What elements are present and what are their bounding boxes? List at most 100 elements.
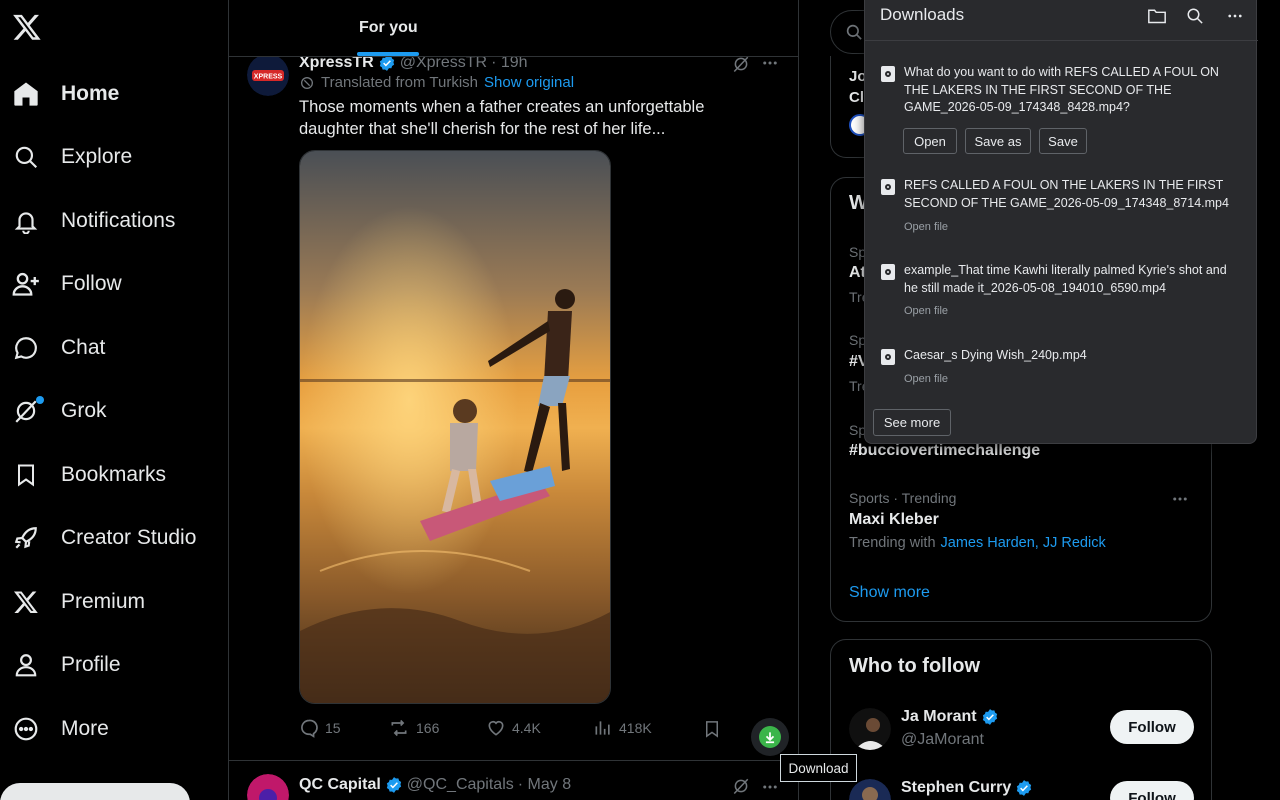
reply-button[interactable]: 15 (299, 718, 341, 738)
nav-grok-label: Grok (61, 399, 107, 422)
profile-icon (12, 651, 40, 679)
nav-more[interactable]: More (0, 703, 228, 755)
author-handle[interactable]: @QC_Capitals (407, 776, 514, 794)
post-video[interactable] (299, 150, 611, 704)
nav-profile-label: Profile (61, 653, 121, 676)
post-header: QC Capital @QC_Capitals · May 8 (299, 776, 571, 794)
nav-chat-label: Chat (61, 336, 106, 359)
views-button[interactable]: 418K (593, 718, 652, 738)
bookmark-icon[interactable] (701, 718, 723, 740)
see-more-button[interactable]: See more (873, 409, 951, 436)
download-item[interactable]: example_That time Kawhi literally palmed… (865, 262, 1258, 322)
show-more-link[interactable]: Show more (849, 584, 930, 602)
trend-related-label: Trending with (849, 535, 936, 551)
like-count: 4.4K (512, 720, 541, 736)
trend-related: Trending with James Harden, JJ Redick (849, 535, 1106, 551)
downloads-title: Downloads (880, 5, 965, 24)
reply-icon (299, 718, 319, 738)
grok-icon[interactable] (731, 54, 751, 74)
nav-bookmarks-label: Bookmarks (61, 463, 167, 486)
x-logo-icon[interactable] (12, 12, 42, 42)
author-name[interactable]: QC Capital (299, 776, 381, 794)
more-circle-icon (12, 715, 40, 743)
avatar[interactable] (849, 708, 891, 750)
avatar[interactable] (849, 779, 891, 800)
verified-badge-icon (385, 776, 403, 794)
download-item[interactable]: REFS CALLED A FOUL ON THE LAKERS IN THE … (865, 177, 1258, 237)
nav-creator-studio[interactable]: Creator Studio (0, 512, 228, 564)
trend-title[interactable]: #bucciovertimechallenge (849, 442, 1040, 460)
ellipsis-icon[interactable] (759, 776, 781, 798)
follow-button[interactable]: Follow (1110, 710, 1194, 744)
ellipsis-icon[interactable] (1223, 4, 1247, 28)
open-file-link[interactable]: Open file (904, 305, 948, 317)
grok-icon[interactable] (731, 776, 751, 796)
rocket-icon (12, 524, 40, 552)
follow-suggestion[interactable]: Ja Morant @JaMorant Follow (831, 700, 1213, 760)
follow-button[interactable]: Follow (1110, 781, 1194, 800)
download-icon (759, 726, 781, 748)
open-file-link[interactable]: Open file (904, 373, 948, 385)
trend-title[interactable]: Maxi Kleber (849, 511, 939, 529)
active-tab-indicator (357, 52, 419, 56)
save-button[interactable]: Save (1039, 128, 1087, 154)
nav-home-label: Home (61, 82, 120, 105)
open-button[interactable]: Open (903, 128, 957, 154)
reply-count: 15 (325, 720, 341, 736)
trend-related-names[interactable]: James Harden, JJ Redick (941, 535, 1106, 551)
download-prompt-text: What do you want to do with REFS CALLED … (904, 65, 1219, 114)
post[interactable]: XPRESS XpressTR @XpressTR · 19h Translat… (229, 50, 798, 762)
primary-navigation: Home Explore Notifications Follow Chat G… (0, 0, 228, 800)
like-button[interactable]: 4.4K (486, 718, 541, 738)
suggestion-name[interactable]: Ja Morant (901, 708, 999, 726)
download-item[interactable]: Caesar_s Dying Wish_240p.mp4 Open file (865, 347, 1258, 392)
who-to-follow-card: Who to follow Ja Morant @JaMorant Follow… (830, 639, 1212, 800)
nav-home[interactable]: Home (0, 68, 228, 120)
repost-button[interactable]: 166 (388, 718, 439, 738)
file-video-icon (881, 179, 895, 195)
suggestion-name[interactable]: Stephen Curry (901, 779, 1033, 797)
chat-icon (12, 334, 40, 362)
avatar-logo-text: XPRESS (254, 74, 283, 81)
ellipsis-icon[interactable] (1171, 490, 1189, 513)
post-actions: 15 166 4.4K 418K (299, 718, 789, 742)
nav-explore[interactable]: Explore (0, 131, 228, 183)
nav-chat[interactable]: Chat (0, 322, 228, 374)
nav-notifications[interactable]: Notifications (0, 195, 228, 247)
post-button-partial[interactable] (0, 783, 190, 800)
download-video-button[interactable] (751, 718, 789, 756)
nav-premium[interactable]: Premium (0, 576, 228, 628)
open-file-link[interactable]: Open file (904, 221, 948, 233)
download-file-name[interactable]: Caesar_s Dying Wish_240p.mp4 (904, 347, 1239, 365)
suggestion-name-text: Stephen Curry (901, 779, 1012, 796)
nav-grok[interactable]: Grok (0, 385, 228, 437)
views-count: 418K (619, 720, 652, 736)
download-file-name[interactable]: REFS CALLED A FOUL ON THE LAKERS IN THE … (904, 177, 1239, 212)
show-original-link[interactable]: Show original (484, 74, 574, 91)
nav-premium-label: Premium (61, 590, 146, 613)
post[interactable]: QC Capital @QC_Capitals · May 8 (229, 774, 798, 800)
avatar[interactable] (247, 774, 289, 800)
views-icon (593, 718, 613, 738)
file-video-icon (881, 349, 895, 365)
follow-suggestion[interactable]: Stephen Curry Follow (831, 771, 1213, 800)
search-icon[interactable] (1183, 4, 1207, 28)
file-video-icon (881, 264, 895, 280)
nav-follow-label: Follow (61, 272, 122, 295)
folder-icon[interactable] (1145, 4, 1169, 28)
nav-profile[interactable]: Profile (0, 639, 228, 691)
post-time[interactable]: · May 8 (518, 776, 571, 794)
translate-icon (299, 75, 315, 91)
tab-for-you[interactable]: For you (359, 19, 418, 37)
translation-note: Translated from Turkish Show original (299, 74, 574, 91)
download-file-name[interactable]: example_That time Kawhi literally palmed… (904, 262, 1239, 297)
nav-bookmarks[interactable]: Bookmarks (0, 449, 228, 501)
avatar[interactable]: XPRESS (247, 54, 289, 96)
nav-follow[interactable]: Follow (0, 258, 228, 310)
timeline-tabs: For you (229, 0, 798, 57)
repost-icon (388, 718, 410, 738)
who-to-follow-title: Who to follow (849, 655, 981, 677)
save-as-button[interactable]: Save as (965, 128, 1031, 154)
verified-badge-icon (981, 708, 999, 726)
person-add-icon (12, 270, 40, 298)
